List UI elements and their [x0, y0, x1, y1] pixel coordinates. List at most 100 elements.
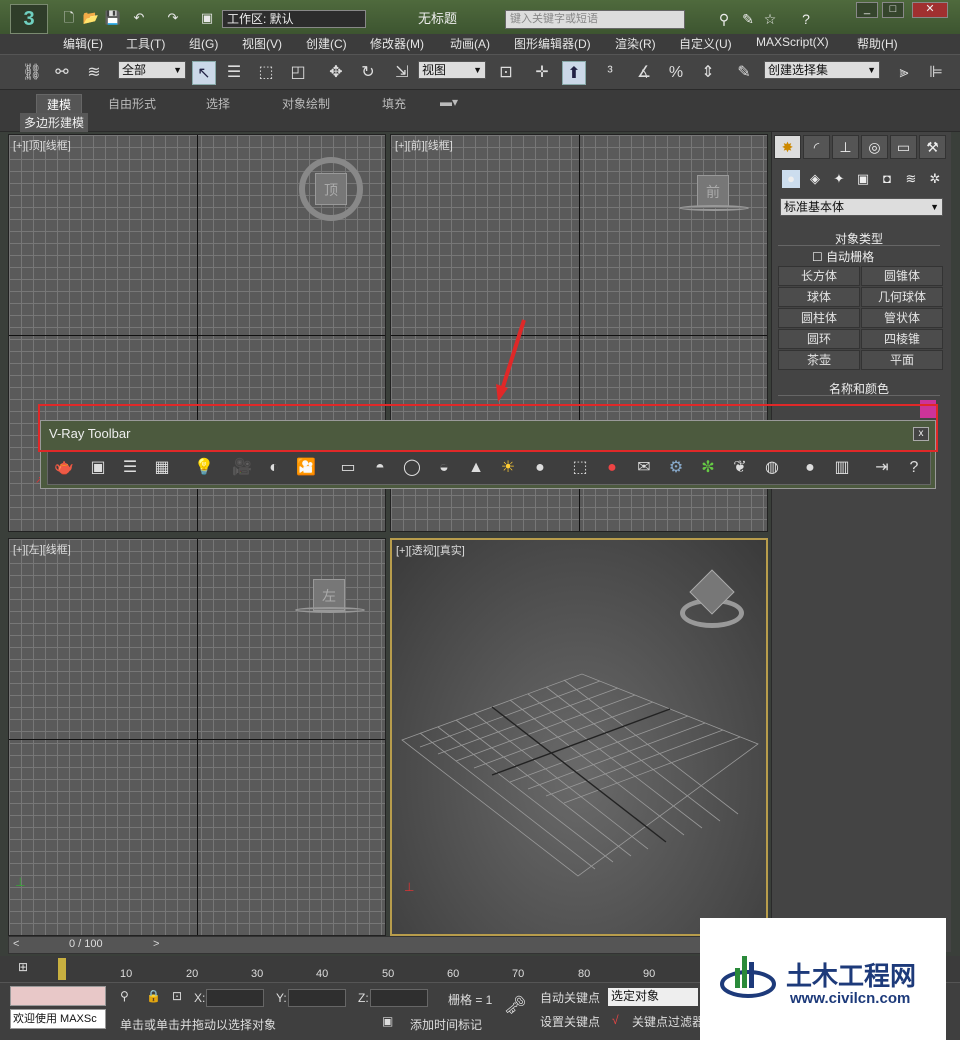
search-input[interactable]: 键入关键字或短语 — [505, 10, 685, 29]
utilities-tab-icon[interactable]: ⚒ — [919, 135, 946, 159]
vray-lightlister-icon[interactable]: 💡 — [192, 457, 216, 479]
helpers-icon[interactable]: ◘ — [878, 170, 896, 188]
hierarchy-tab-icon[interactable]: ⊥ — [832, 135, 859, 159]
auto-key-button[interactable]: 自动关键点 — [540, 989, 600, 1006]
tab-modeling[interactable]: 建模 — [36, 94, 83, 115]
vray-help-icon[interactable]: ? — [902, 457, 926, 479]
align-icon[interactable]: ⊫ — [924, 61, 948, 85]
named-selection-dropdown[interactable]: 创建选择集 — [764, 61, 880, 79]
vray-ies-light-icon[interactable]: ▲ — [464, 457, 488, 479]
vray-frame-buffer-icon[interactable]: ▣ — [86, 457, 110, 479]
vray-sphere-light-icon[interactable]: ◯ — [400, 457, 424, 479]
box-button[interactable]: 长方体 — [778, 266, 860, 286]
z-coord-input[interactable] — [370, 989, 428, 1007]
vray-plane-icon[interactable]: ✉ — [632, 457, 656, 479]
teapot-button[interactable]: 茶壶 — [778, 350, 860, 370]
subscription-icon[interactable]: ✎ — [738, 10, 758, 28]
vray-fur-icon[interactable]: ✼ — [696, 457, 720, 479]
mirror-icon[interactable]: ⫸ — [892, 61, 916, 85]
spacewarps-icon[interactable]: ≋ — [902, 170, 920, 188]
time-marker[interactable] — [58, 958, 66, 980]
y-coord-input[interactable] — [288, 989, 346, 1007]
polygon-modeling-label[interactable]: 多边形建模 — [20, 113, 89, 132]
vray-clipper-icon[interactable]: ⚙ — [664, 457, 688, 479]
unlink-icon[interactable]: ⚯ — [50, 61, 74, 85]
vray-dome-camera-icon[interactable]: ◐ — [262, 457, 286, 479]
tab-object-paint[interactable]: 对象绘制 — [282, 95, 330, 112]
new-file-icon[interactable]: 🗋 — [60, 10, 78, 26]
maxscript-listener-input[interactable]: 欢迎使用 MAXSc — [10, 1009, 106, 1029]
scale-icon[interactable]: ⇲ — [390, 61, 414, 85]
rollout-object-type[interactable]: 对象类型 — [778, 230, 940, 246]
add-time-tag[interactable]: 添加时间标记 — [410, 1016, 482, 1033]
viewport-top-label[interactable]: [+][顶][线框] — [13, 137, 71, 153]
menu-rendering[interactable]: 渲染(R) — [615, 35, 656, 52]
viewport-front-label[interactable]: [+][前][线框] — [395, 137, 453, 153]
pivot-center-icon[interactable]: ⊡ — [494, 61, 518, 85]
vray-export-icon[interactable]: ⇥ — [870, 457, 894, 479]
key-icon[interactable]: 🗝 — [504, 995, 527, 1016]
angle-snap-icon[interactable]: ∡ — [632, 61, 656, 85]
close-button[interactable]: ✕ — [912, 2, 948, 18]
slider-prev-icon[interactable]: < — [13, 938, 19, 950]
project-folder-icon[interactable]: ▣ — [198, 10, 216, 26]
bind-spacewarp-icon[interactable]: ≋ — [82, 61, 106, 85]
save-icon[interactable]: 💾 — [104, 10, 122, 26]
vray-ambient-light-icon[interactable]: ● — [528, 457, 552, 479]
cameras-icon[interactable]: ▣ — [854, 170, 872, 188]
move-icon[interactable]: ✥ — [324, 61, 348, 85]
autogrid-checkbox[interactable]: ☐ 自动栅格 — [812, 248, 874, 265]
systems-icon[interactable]: ✲ — [926, 170, 944, 188]
menu-graph-editors[interactable]: 图形编辑器(D) — [514, 35, 591, 52]
menu-edit[interactable]: 编辑(E) — [63, 35, 103, 52]
key-filter-icon[interactable]: √ — [612, 1013, 619, 1027]
menu-views[interactable]: 视图(V) — [242, 35, 282, 52]
sphere-button[interactable]: 球体 — [778, 287, 860, 307]
select-by-name-icon[interactable]: ☰ — [222, 61, 246, 85]
menu-help[interactable]: 帮助(H) — [857, 35, 898, 52]
viewcube[interactable]: 前 — [697, 175, 729, 207]
cylinder-button[interactable]: 圆柱体 — [778, 308, 860, 328]
curve-editor-icon[interactable]: ⊞ — [18, 960, 40, 978]
menu-animation[interactable]: 动画(A) — [450, 35, 490, 52]
slider-next-icon[interactable]: > — [153, 938, 159, 950]
vray-table-icon[interactable]: ▦ — [150, 457, 174, 479]
tube-button[interactable]: 管状体 — [861, 308, 943, 328]
select-manipulate-icon[interactable]: ✛ — [530, 61, 554, 85]
key-mode-dropdown[interactable]: 选定对象 — [608, 988, 698, 1006]
tab-freeform[interactable]: 自由形式 — [108, 95, 156, 112]
workspace-dropdown[interactable]: 工作区: 默认 — [222, 10, 366, 28]
vray-dome-light-icon[interactable]: ◓ — [368, 457, 392, 479]
tab-selection[interactable]: 选择 — [206, 95, 230, 112]
minimize-button[interactable]: _ — [856, 2, 878, 18]
vray-object-properties-icon[interactable]: ◍ — [760, 457, 784, 479]
create-tab-icon[interactable]: ✸ — [774, 135, 801, 159]
select-object-icon[interactable]: ↖ — [192, 61, 216, 85]
lights-icon[interactable]: ✦ — [830, 170, 848, 188]
vray-render-settings-icon[interactable]: ☰ — [118, 457, 142, 479]
set-key-button[interactable]: 设置关键点 — [540, 1013, 600, 1030]
redo-icon[interactable]: ↷ — [164, 10, 182, 26]
spinner-snap-icon[interactable]: ⇕ — [696, 61, 720, 85]
maxscript-listener-output[interactable] — [10, 986, 106, 1006]
pyramid-button[interactable]: 四棱锥 — [861, 329, 943, 349]
menu-group[interactable]: 组(G) — [189, 35, 218, 52]
lock-icon[interactable]: 🔒 — [146, 989, 161, 1003]
undo-icon[interactable]: ↶ — [130, 10, 148, 26]
edit-named-selection-icon[interactable]: ✎ — [732, 61, 756, 85]
vray-camera-icon[interactable]: 🎦 — [294, 457, 318, 479]
viewport-perspective[interactable]: [+][透视][真实] ⊥ — [390, 538, 768, 936]
tab-populate[interactable]: 填充 — [382, 95, 406, 112]
key-filters-button[interactable]: 关键点过滤器 — [632, 1013, 704, 1030]
time-slider[interactable]: < 0 / 100 > — [8, 936, 768, 954]
viewcube[interactable]: 顶 — [315, 173, 347, 205]
torus-button[interactable]: 圆环 — [778, 329, 860, 349]
viewport-left[interactable]: [+][左][线框] 左 ⊥ — [8, 538, 386, 936]
time-tag-icon[interactable]: ▣ — [382, 1014, 393, 1028]
favorites-star-icon[interactable]: ☆ — [760, 10, 780, 28]
vray-plane-light-icon[interactable]: ▭ — [336, 457, 360, 479]
snaps-toggle-icon[interactable]: ³ — [598, 61, 622, 85]
vray-metaball-icon[interactable]: ● — [600, 457, 624, 479]
absolute-mode-icon[interactable]: ⊡ — [172, 989, 182, 1003]
rotate-icon[interactable]: ↻ — [356, 61, 380, 85]
